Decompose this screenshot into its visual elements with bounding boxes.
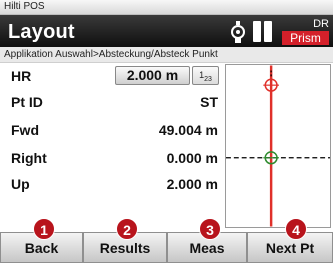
prism-mode-badge: Prism: [282, 31, 329, 45]
pt-id-label: Pt ID: [11, 94, 43, 110]
target-point-icon: [263, 77, 279, 94]
fwd-value: 49.004 m: [158, 122, 218, 138]
app-title-bar: Hilti POS: [0, 0, 333, 15]
app-title: Hilti POS: [4, 1, 45, 12]
callout-badge-4: 4: [285, 218, 307, 240]
meas-button-label: Meas: [189, 240, 225, 256]
callout-badge-3: 3: [199, 218, 221, 240]
field-row-right: Right 0.000 m: [0, 146, 222, 170]
battery-icon: [253, 21, 273, 42]
breadcrumb: Applikation Auswahl>Absteckung/Absteck P…: [0, 47, 333, 63]
number-mode-icon: 123: [199, 70, 212, 83]
field-row-pt-id: Pt ID ST: [0, 90, 222, 114]
next-pt-button-label: Next Pt: [265, 240, 315, 256]
field-row-up: Up 2.000 m: [0, 172, 222, 196]
hr-input[interactable]: 2.000 m: [115, 66, 190, 85]
pt-id-value: ST: [200, 94, 218, 110]
results-button-label: Results: [99, 240, 151, 256]
up-value: 2.000 m: [166, 176, 218, 192]
up-label: Up: [11, 176, 30, 192]
mode-code: DR: [313, 18, 329, 30]
stakeout-graphic: [225, 64, 331, 228]
hilti-pos-app: Hilti POS Layout DR Prism Applikation Au…: [0, 0, 333, 263]
fwd-label: Fwd: [11, 122, 39, 138]
hr-label: HR: [11, 68, 32, 84]
callout-badge-2: 2: [116, 218, 138, 240]
back-button-label: Back: [24, 240, 59, 256]
field-row-fwd: Fwd 49.004 m: [0, 118, 222, 142]
field-row-hr: HR 2.000 m 123: [0, 64, 222, 88]
hr-number-mode-toggle[interactable]: 123: [192, 66, 219, 85]
callout-badge-1: 1: [33, 218, 55, 240]
right-label: Right: [11, 150, 47, 166]
screen-title: Layout: [8, 21, 75, 43]
screen-header: Layout DR Prism: [0, 15, 333, 47]
prism-icon: [231, 21, 245, 43]
right-value: 0.000 m: [166, 150, 218, 166]
